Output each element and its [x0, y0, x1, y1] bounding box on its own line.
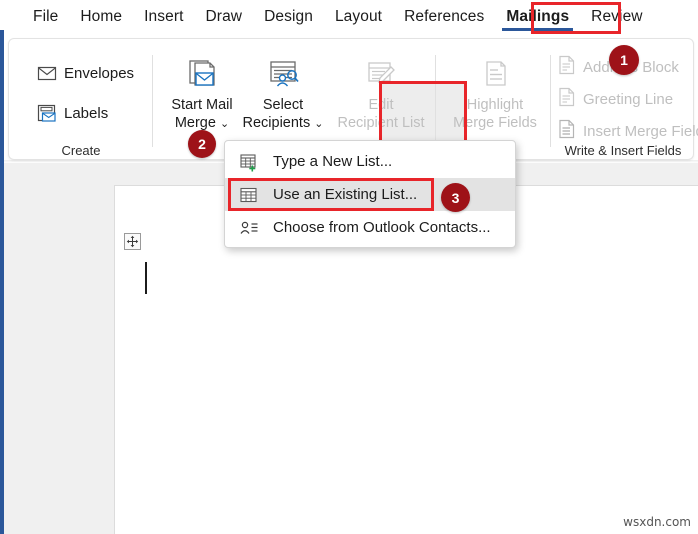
start-mail-merge-line2-text: Merge [174, 115, 216, 131]
tab-insert-label: Insert [144, 7, 184, 25]
chevron-down-icon[interactable]: ⌄ [220, 118, 229, 130]
move-handle-icon[interactable] [124, 233, 141, 250]
insert-merge-field-icon [558, 119, 576, 143]
tab-review-label: Review [591, 7, 643, 25]
menu-item-choose-outlook-contacts-label: Choose from Outlook Contacts... [273, 219, 491, 236]
active-tab-underline [502, 28, 574, 31]
tab-draw[interactable]: Draw [195, 4, 254, 31]
group-label-create: Create [61, 143, 101, 158]
menu-item-choose-outlook-contacts[interactable]: Choose from Outlook Contacts... [225, 211, 515, 244]
address-block-icon [558, 55, 576, 79]
greeting-line-button: Greeting Line [558, 87, 673, 111]
step-badge-3: 3 [441, 183, 470, 212]
highlight-merge-fields-icon [477, 55, 513, 95]
select-recipients-button[interactable]: Select Recipients ⌄ [239, 55, 327, 132]
tab-review[interactable]: Review [580, 4, 653, 31]
highlight-merge-fields-button: Highlight Merge Fields [443, 55, 547, 131]
watermark: wsxdn.com [623, 515, 691, 529]
ribbon-tab-strip: File Home Insert Draw Design Layout Refe… [4, 0, 698, 34]
new-list-icon [239, 152, 259, 172]
menu-item-use-existing-list[interactable]: Use an Existing List... [225, 178, 515, 211]
select-recipients-label-line1: Select [262, 97, 304, 113]
group-label-write-insert-fields: Write & Insert Fields [564, 143, 682, 158]
tab-references-label: References [404, 7, 485, 25]
edit-recipient-list-label-line1: Edit [368, 97, 394, 113]
menu-item-use-existing-list-label: Use an Existing List... [273, 186, 418, 203]
tab-references[interactable]: References [393, 4, 495, 31]
envelopes-button[interactable]: Envelopes [37, 63, 134, 83]
select-recipients-dropdown-menu: Type a New List... Use an Existing List.… [224, 140, 516, 248]
select-recipients-label-line2: Recipients ⌄ [243, 115, 324, 132]
word-application-window: File Home Insert Draw Design Layout Refe… [0, 0, 698, 534]
step-badge-3-label: 3 [451, 189, 460, 206]
tab-layout[interactable]: Layout [324, 4, 393, 31]
ribbon-tabs: File Home Insert Draw Design Layout Refe… [4, 0, 698, 34]
label-icon [37, 103, 57, 123]
tab-design-label: Design [264, 7, 313, 25]
step-badge-2: 2 [188, 130, 216, 158]
group-separator-2 [435, 55, 436, 147]
labels-button[interactable]: Labels [37, 103, 108, 123]
insert-merge-field-button: Insert Merge Field ⌄ [558, 119, 698, 143]
select-recipients-icon [265, 55, 301, 95]
start-mail-merge-button[interactable]: Start Mail Merge ⌄ [160, 55, 244, 132]
step-badge-2-label: 2 [198, 136, 206, 152]
step-badge-1: 1 [609, 45, 639, 75]
envelopes-label: Envelopes [64, 64, 135, 82]
existing-list-icon [239, 185, 259, 205]
tab-mailings[interactable]: Mailings [495, 4, 580, 31]
start-mail-merge-icon [184, 55, 220, 95]
tab-draw-label: Draw [205, 7, 243, 25]
tab-file[interactable]: File [22, 4, 69, 31]
tab-mailings-label: Mailings [506, 7, 570, 25]
envelope-icon [37, 63, 57, 83]
edit-recipient-list-button: Edit Recipient List [329, 55, 433, 131]
start-mail-merge-label-line1: Start Mail [171, 97, 233, 113]
outlook-contacts-icon [239, 218, 259, 238]
menu-item-type-new-list-label: Type a New List... [273, 153, 393, 170]
chevron-down-icon[interactable]: ⌄ [314, 118, 323, 130]
edit-recipient-list-label-line2: Recipient List [337, 115, 425, 131]
highlight-merge-fields-label-line1: Highlight [466, 97, 524, 113]
tab-layout-label: Layout [334, 7, 383, 25]
tab-home-label: Home [80, 7, 123, 25]
tab-insert[interactable]: Insert [133, 4, 194, 31]
insert-merge-field-label: Insert Merge Field [583, 122, 698, 140]
edit-recipient-list-icon [363, 55, 399, 95]
menu-item-type-new-list[interactable]: Type a New List... [225, 145, 515, 178]
step-badge-1-label: 1 [620, 52, 628, 68]
text-caret [145, 262, 147, 294]
labels-label: Labels [64, 104, 109, 122]
select-recipients-line2-text: Recipients [242, 115, 311, 131]
greeting-line-label: Greeting Line [583, 90, 674, 108]
ribbon-group-create: Envelopes Labels Create [9, 43, 153, 161]
tab-file-label: File [33, 7, 59, 25]
highlight-merge-fields-label-line2: Merge Fields [453, 115, 537, 131]
tab-home[interactable]: Home [69, 4, 133, 31]
tab-design[interactable]: Design [253, 4, 324, 31]
greeting-line-icon [558, 87, 576, 111]
